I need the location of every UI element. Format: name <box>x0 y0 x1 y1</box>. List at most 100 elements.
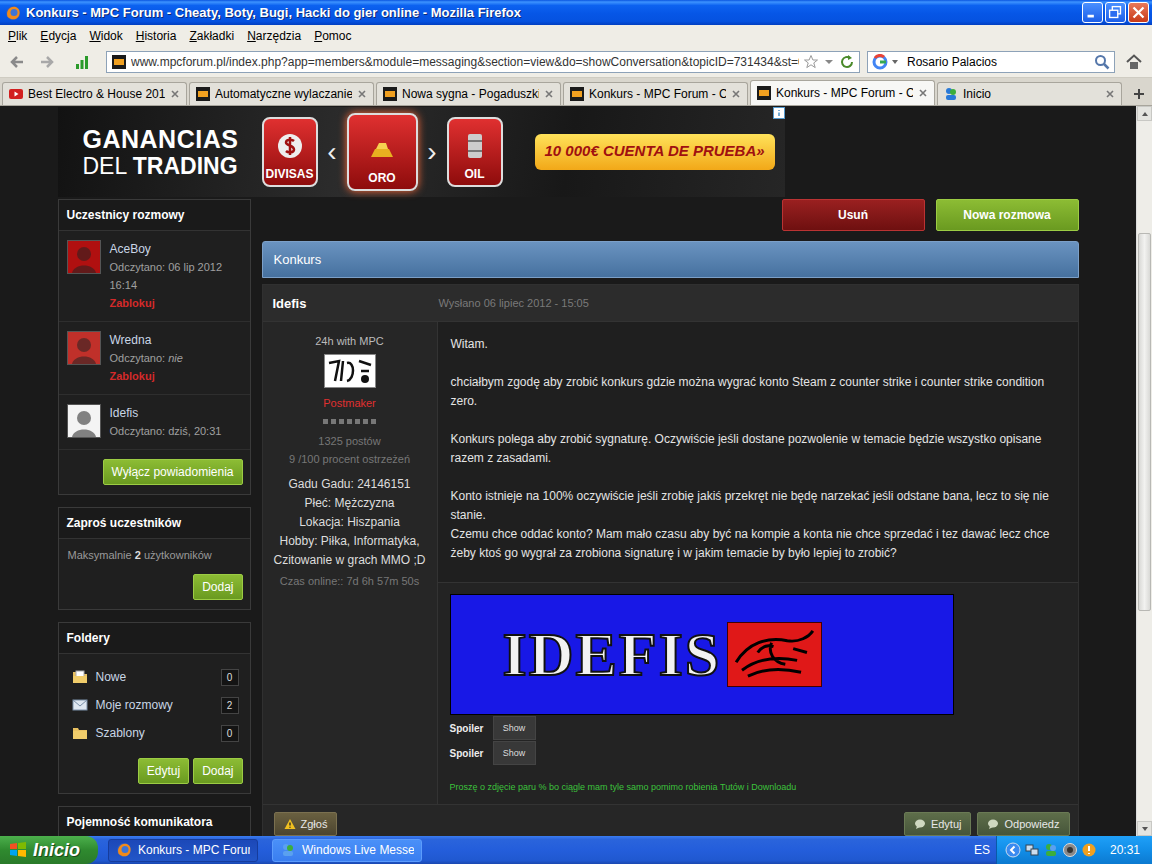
post-author[interactable]: Idefis <box>263 296 439 311</box>
panel-title: Uczestnicy rozmowy <box>59 200 250 231</box>
ad-product[interactable]: DIVISAS <box>262 117 318 187</box>
taskbar-item[interactable]: Konkurs - MPC Forum... <box>108 839 258 862</box>
messenger-tray-icon[interactable] <box>1043 842 1059 858</box>
start-button[interactable]: Inicio <box>0 836 98 864</box>
folder-item[interactable]: Moje rozmowy 2 <box>59 691 250 719</box>
close-tab-icon[interactable] <box>356 88 368 100</box>
user-avatar[interactable] <box>324 354 376 388</box>
rank-pip <box>355 419 360 424</box>
ad-product-label: DIVISAS <box>265 167 313 181</box>
menu-item[interactable]: Historia <box>129 27 183 45</box>
magnifier-icon[interactable] <box>1094 54 1110 70</box>
folder-item[interactable]: Nowe 0 <box>59 663 250 691</box>
new-tab-button[interactable] <box>1127 83 1150 105</box>
block-link[interactable]: Zablokuj <box>110 367 242 385</box>
envelope-icon <box>72 697 88 713</box>
network-icon[interactable] <box>1024 842 1040 858</box>
participant-name[interactable]: Wredna <box>110 331 242 349</box>
ad-prev-arrow[interactable]: ‹ <box>318 136 347 168</box>
browser-tab[interactable]: Konkurs - MPC Forum - Che... <box>563 82 748 105</box>
close-tab-icon[interactable] <box>917 87 929 99</box>
spoiler: Spoiler Show <box>450 716 1066 740</box>
user-field: Hobby: Piłka, Informatyka, Czitowanie w … <box>269 532 431 570</box>
addon-button[interactable] <box>70 51 94 73</box>
post-date: Wysłano 06 lipiec 2012 - 15:05 <box>439 297 589 309</box>
reload-icon[interactable] <box>839 54 855 70</box>
show-hidden-icons-icon[interactable] <box>1005 842 1021 858</box>
bookmark-star-icon[interactable] <box>803 54 819 70</box>
menu-item[interactable]: Plik <box>1 27 33 45</box>
new-conversation-button[interactable]: Nowa rozmowa <box>936 199 1079 231</box>
user-field: Gadu Gadu: 24146151 <box>269 475 431 494</box>
participant-name[interactable]: AceBoy <box>110 240 242 258</box>
taskbar-item[interactable]: Windows Live Messen... <box>272 839 422 862</box>
engine-dropdown-icon[interactable] <box>891 58 899 66</box>
spoiler-show-button[interactable]: Show <box>493 716 536 740</box>
browser-tab[interactable]: Konkurs - MPC Forum - Che... <box>750 80 935 105</box>
update-icon[interactable] <box>1081 842 1097 858</box>
close-tab-icon[interactable] <box>169 88 181 100</box>
scroll-thumb[interactable] <box>1138 233 1151 611</box>
add-participant-button[interactable]: Dodaj <box>193 574 242 600</box>
spoiler-label: Spoiler <box>450 723 485 734</box>
address-bar[interactable]: www.mpcforum.pl/index.php?app=members&mo… <box>106 51 860 73</box>
browser-tab[interactable]: Automatyczne wylaczanie ... <box>189 82 374 105</box>
menu-item[interactable]: Zakładki <box>182 27 240 45</box>
close-tab-icon[interactable] <box>730 88 742 100</box>
antivirus-icon[interactable] <box>1062 842 1078 858</box>
folders-panel: Foldery Nowe 0 Moje rozmowy 2 Szablony 0… <box>58 622 251 794</box>
back-button[interactable] <box>4 50 30 74</box>
gold-bars-icon <box>367 135 397 165</box>
ad-product[interactable]: ORO <box>347 113 418 191</box>
participant-avatar[interactable] <box>67 240 101 274</box>
spoiler-show-button[interactable]: Show <box>493 741 536 765</box>
ad-cta-button[interactable]: 10 000€ CUENTA DE PRUEBA» <box>535 134 775 170</box>
disable-notifications-button[interactable]: Wyłącz powiadomienia <box>103 459 243 485</box>
delete-button[interactable]: Usuń <box>782 199 925 231</box>
scroll-down-button[interactable] <box>1137 821 1152 836</box>
menu-item[interactable]: Edycja <box>33 27 82 45</box>
close-tab-icon[interactable] <box>543 88 555 100</box>
history-dropdown-icon[interactable] <box>823 56 835 68</box>
browser-tab[interactable]: Nowa sygna - Pogaduszki - ... <box>376 82 561 105</box>
participant-name[interactable]: Idefis <box>110 404 242 422</box>
home-button[interactable] <box>1121 50 1147 74</box>
menu-item[interactable]: Widok <box>82 27 128 45</box>
close-tab-icon[interactable] <box>1104 88 1116 100</box>
participant-read-status: Odczytano: nie <box>110 349 242 367</box>
dragon-icon <box>728 623 819 684</box>
minimize-button[interactable] <box>1082 2 1103 23</box>
edit-button[interactable]: Edytuj <box>904 812 972 836</box>
menu-item[interactable]: Narzędzia <box>240 27 307 45</box>
language-indicator[interactable]: ES <box>974 843 990 857</box>
folder-action-button[interactable]: Dodaj <box>193 758 242 784</box>
signature-banner-text: IDEFIS <box>503 619 722 690</box>
scroll-track[interactable] <box>1137 121 1152 821</box>
search-bar[interactable]: Rosario Palacios <box>867 51 1115 73</box>
folder-item[interactable]: Szablony 0 <box>59 719 250 747</box>
taskbar: Inicio Konkurs - MPC Forum... Windows Li… <box>0 836 1152 864</box>
navigation-bar: www.mpcforum.pl/index.php?app=members&mo… <box>0 47 1152 78</box>
ad-banner[interactable]: GANANCIAS DEL TRADING DIVISAS‹ ORO › OIL… <box>58 107 785 197</box>
scroll-up-button[interactable] <box>1137 106 1152 121</box>
folder-count: 2 <box>221 697 239 714</box>
google-icon[interactable] <box>872 54 888 70</box>
reply-button[interactable]: Odpowiedz <box>977 812 1069 836</box>
browser-tab[interactable]: Best Electro & House 2011 ... <box>2 82 187 105</box>
browser-tab[interactable]: Inicio <box>937 82 1122 105</box>
ad-next-arrow[interactable]: › <box>418 136 447 168</box>
participant: Wredna Odczytano: nie Zablokuj <box>59 322 250 395</box>
ad-info-icon[interactable] <box>773 107 785 119</box>
ad-product[interactable]: OIL <box>447 117 503 187</box>
user-field: Lokacja: Hiszpania <box>269 513 431 532</box>
block-link[interactable]: Zablokuj <box>110 294 242 312</box>
participant-avatar[interactable] <box>67 331 101 365</box>
menu-item[interactable]: Pomoc <box>307 27 357 45</box>
participant-avatar[interactable] <box>67 404 101 438</box>
close-button[interactable] <box>1128 2 1149 23</box>
forward-button[interactable] <box>34 50 60 74</box>
report-button[interactable]: Zgłoś <box>274 812 338 836</box>
restore-button[interactable] <box>1105 2 1126 23</box>
participants-panel: Uczestnicy rozmowy AceBoy Odczytano: 06 … <box>58 199 251 495</box>
folder-action-button[interactable]: Edytuj <box>138 758 189 784</box>
